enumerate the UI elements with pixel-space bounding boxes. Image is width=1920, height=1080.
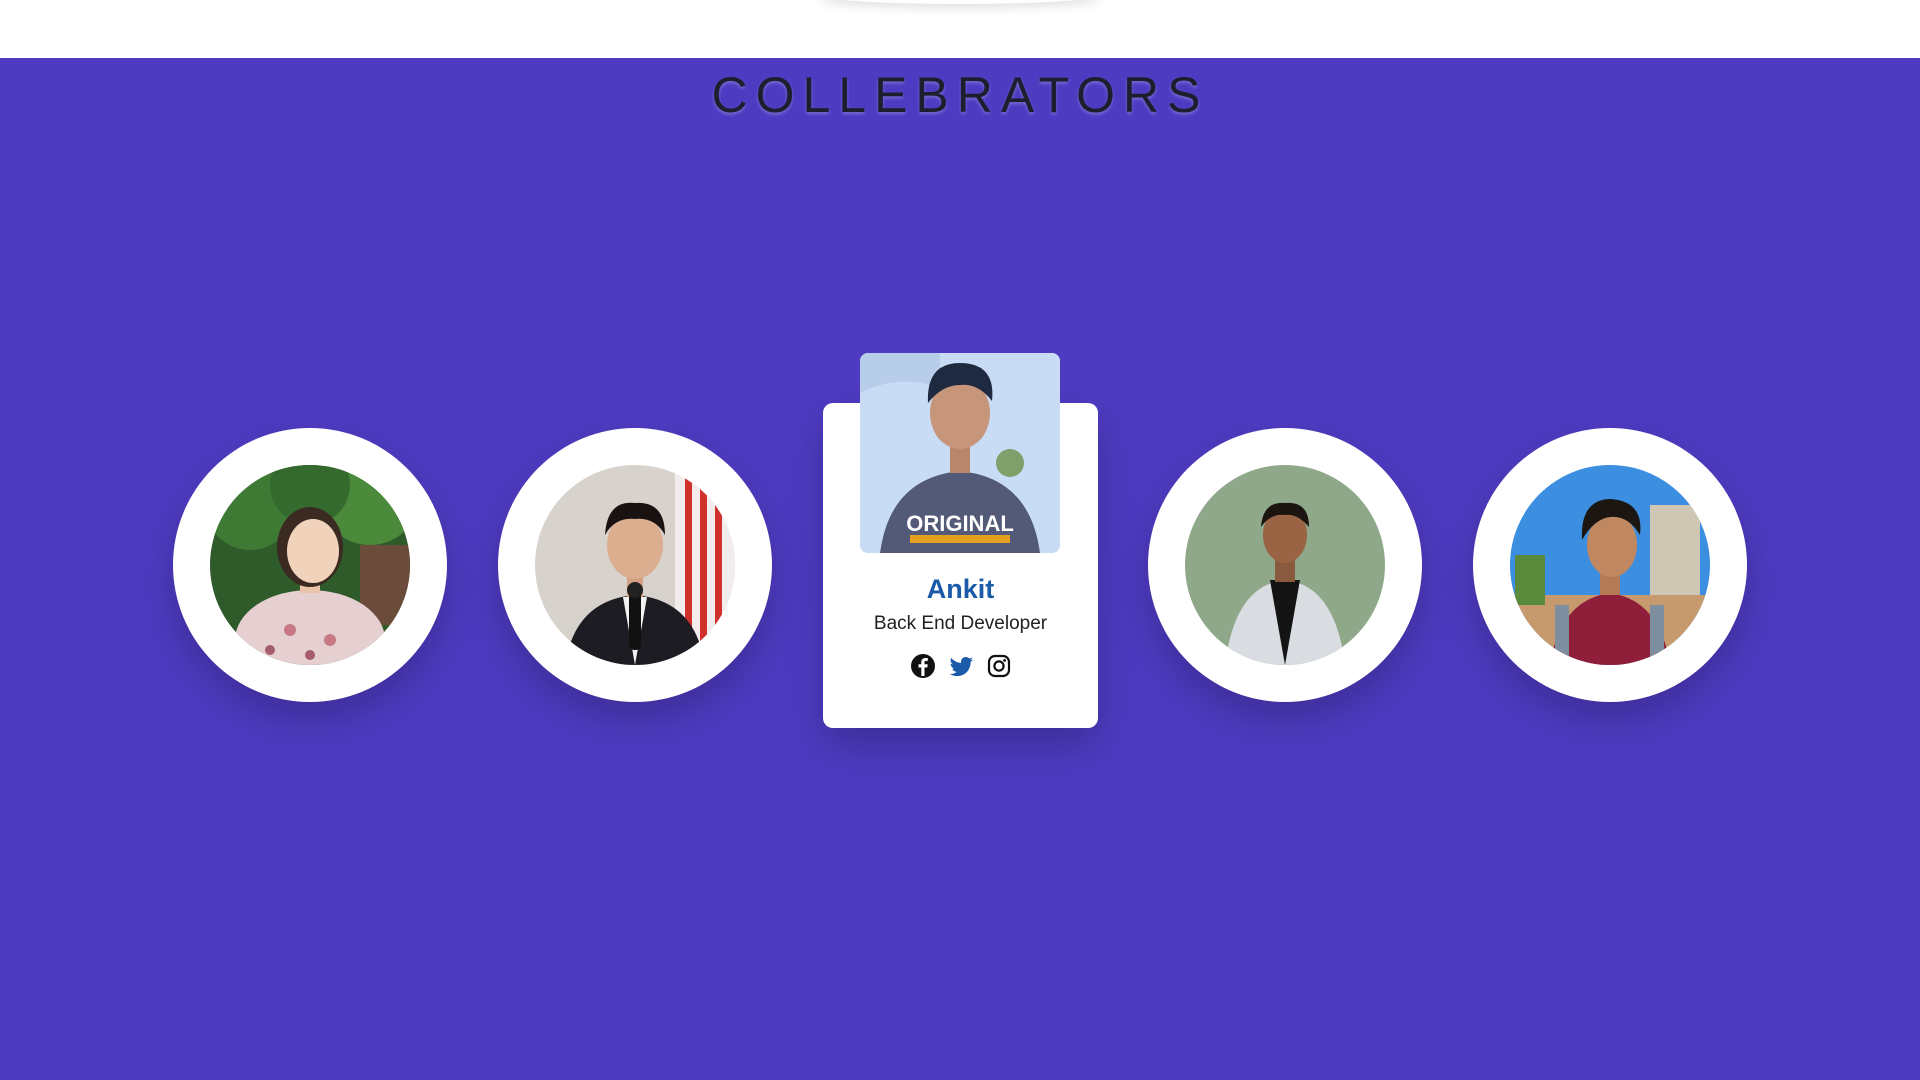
- twitter-icon[interactable]: [947, 652, 975, 680]
- shirt-text: ORIGINAL: [906, 511, 1014, 536]
- facebook-icon[interactable]: [909, 652, 937, 680]
- member-photo-4: [1185, 465, 1385, 665]
- member-card-2[interactable]: [498, 428, 772, 702]
- member-card-4[interactable]: [1148, 428, 1422, 702]
- member-name: Ankit: [926, 574, 995, 604]
- member-role: Back End Developer: [873, 613, 1048, 634]
- active-member-photo: ORIGINAL: [860, 353, 1060, 553]
- instagram-icon[interactable]: [985, 652, 1013, 680]
- member-card-5[interactable]: [1473, 428, 1747, 702]
- member-card-1[interactable]: [173, 428, 447, 702]
- top-navbar: [0, 0, 1920, 58]
- social-links: [823, 652, 1098, 680]
- member-photo-1: [210, 465, 410, 665]
- member-photo-5: [1510, 465, 1710, 665]
- member-photo-2: [535, 465, 735, 665]
- section-title: COLLEBRATORS: [711, 67, 1209, 123]
- navbar-shadow: [820, 0, 1100, 4]
